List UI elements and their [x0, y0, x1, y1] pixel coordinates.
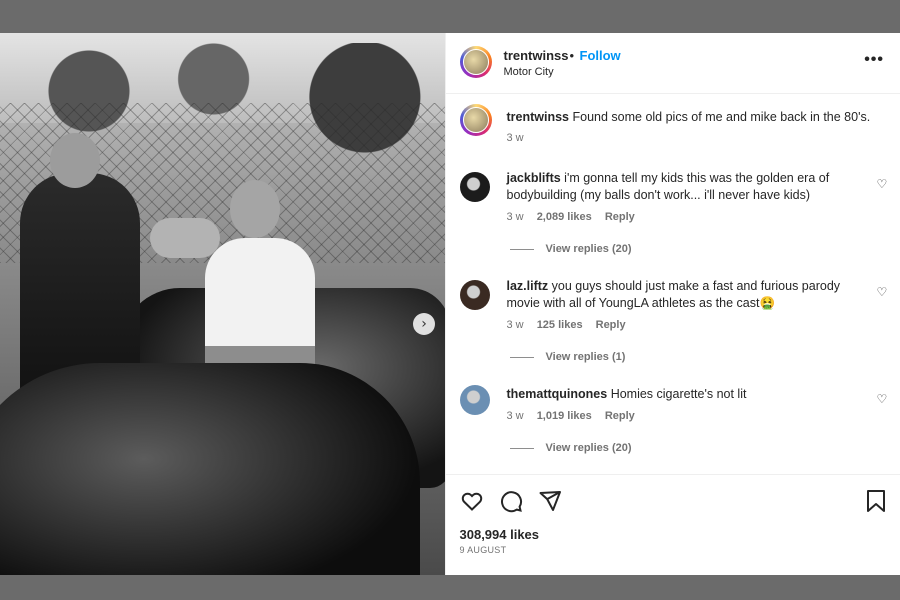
post-location[interactable]: Motor City — [504, 66, 554, 78]
view-replies-button[interactable]: View replies (20) — [509, 442, 632, 454]
comment-item: themattquinones Homies cigarette's not l… — [446, 380, 900, 472]
reply-button[interactable]: Reply — [596, 319, 626, 331]
photo-flexed-arm — [150, 218, 220, 258]
comment-likes[interactable]: 125 likes — [537, 319, 583, 331]
comment-text-wrap: jackblifts i'm gonna tell my kids this w… — [507, 170, 852, 204]
post-photo[interactable]: › — [0, 33, 445, 575]
comment-meta: 3 w 125 likes Reply — [507, 319, 636, 331]
post-actions: 308,994 likes 9 AUGUST — [445, 474, 900, 576]
comment-text-wrap: themattquinones Homies cigarette's not l… — [507, 386, 852, 403]
caption-username[interactable]: trentwinss — [507, 110, 570, 124]
header-separator: • — [569, 48, 575, 63]
commenter-username[interactable]: laz.liftz — [507, 279, 549, 293]
reply-button[interactable]: Reply — [605, 211, 635, 223]
post-date: 9 AUGUST — [459, 545, 507, 555]
view-replies-button[interactable]: View replies (1) — [509, 351, 626, 363]
view-replies-label: View replies (20) — [545, 442, 632, 454]
replies-divider-line — [509, 356, 534, 358]
comment-text: Homies cigarette's not lit — [610, 387, 747, 401]
author-avatar[interactable] — [459, 46, 492, 78]
more-options-icon[interactable]: ••• — [864, 51, 884, 69]
post-likes-count[interactable]: 308,994 likes — [460, 527, 540, 542]
like-comment-heart-icon[interactable]: ♡ — [877, 285, 888, 299]
comment-meta: 3 w 1,019 likes Reply — [507, 410, 645, 422]
commenter-avatar[interactable] — [459, 385, 490, 415]
comment-item: jackblifts i'm gonna tell my kids this w… — [446, 164, 900, 264]
comment-text: you guys should just make a fast and fur… — [506, 279, 841, 310]
post-sidebar: trentwinss • Follow Motor City ••• trent… — [444, 33, 900, 576]
comment-item: laz.liftz you guys should just make a fa… — [446, 272, 900, 372]
comment-bubble-icon[interactable] — [499, 489, 523, 513]
caption-text-wrap: trentwinss Found some old pics of me and… — [507, 110, 887, 124]
caption-text: Found some old pics of me and mike back … — [572, 110, 871, 124]
action-icons — [460, 489, 574, 518]
reply-button[interactable]: Reply — [605, 410, 635, 422]
next-photo-icon[interactable]: › — [413, 313, 435, 335]
caption-avatar[interactable] — [459, 104, 492, 136]
photo-car-front — [0, 363, 420, 575]
view-replies-label: View replies (20) — [545, 243, 632, 255]
comment-time: 3 w — [506, 211, 524, 223]
post-caption: trentwinss Found some old pics of me and… — [446, 94, 900, 164]
share-paper-plane-icon[interactable] — [538, 489, 562, 513]
replies-divider-line — [509, 447, 534, 449]
commenter-username[interactable]: themattquinones — [507, 387, 608, 401]
commenter-avatar[interactable] — [459, 172, 490, 202]
comment-likes[interactable]: 1,019 likes — [537, 410, 592, 422]
comment-time: 3 w — [506, 410, 524, 422]
post-modal: › trentwinss • Follow Motor City ••• tre… — [0, 33, 900, 575]
follow-button[interactable]: Follow — [580, 48, 621, 63]
like-comment-heart-icon[interactable]: ♡ — [877, 177, 888, 191]
post-header: trentwinss • Follow Motor City ••• — [445, 33, 900, 94]
save-bookmark-icon[interactable] — [865, 489, 887, 513]
view-replies-label: View replies (1) — [545, 351, 626, 363]
comment-text-wrap: laz.liftz you guys should just make a fa… — [507, 278, 852, 312]
like-heart-icon[interactable] — [460, 489, 484, 513]
commenter-avatar[interactable] — [459, 280, 490, 310]
commenter-username[interactable]: jackblifts — [507, 171, 561, 185]
comment-time: 3 w — [506, 319, 524, 331]
like-comment-heart-icon[interactable]: ♡ — [877, 392, 888, 406]
view-replies-button[interactable]: View replies (20) — [509, 243, 632, 255]
comment-likes[interactable]: 2,089 likes — [537, 211, 592, 223]
caption-time: 3 w — [506, 132, 524, 144]
author-username[interactable]: trentwinss — [504, 48, 569, 63]
replies-divider-line — [509, 248, 534, 250]
comment-meta: 3 w 2,089 likes Reply — [507, 211, 645, 223]
